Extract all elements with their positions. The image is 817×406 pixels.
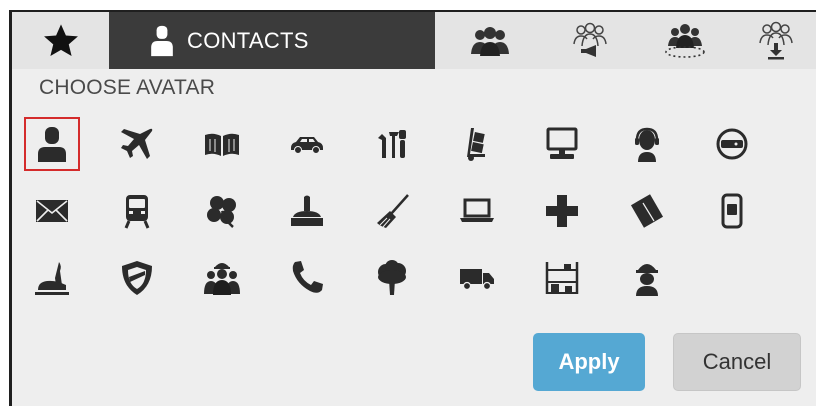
plus-cross-icon: [546, 195, 578, 227]
section-title: CHOOSE AVATAR: [39, 76, 216, 99]
notebook-icon: [630, 194, 664, 228]
star-icon: [43, 23, 78, 56]
tab-favorites[interactable]: [12, 12, 109, 69]
avatar-option[interactable]: [194, 184, 250, 238]
avatar-option[interactable]: [109, 184, 165, 238]
tab-groups[interactable]: [435, 12, 545, 69]
truck-icon: [460, 269, 494, 291]
avatar-option[interactable]: [619, 117, 675, 171]
avatar-option[interactable]: [449, 184, 505, 238]
avatar-grid: [24, 117, 789, 318]
avatar-option[interactable]: [109, 117, 165, 171]
person-icon: [151, 25, 173, 56]
broom-icon: [377, 194, 409, 228]
group-download-icon: [758, 21, 793, 59]
tab-download-groups[interactable]: [735, 12, 816, 69]
tools-icon: [378, 130, 406, 158]
cancel-button[interactable]: Cancel: [673, 333, 801, 391]
group-meeting-icon: [665, 23, 705, 58]
car-icon: [291, 137, 323, 154]
avatar-option[interactable]: [24, 251, 80, 305]
avatar-chooser-panel: CONTACTS CHOOSE AVATAR Apply Cancel: [9, 10, 816, 406]
avatar-option[interactable]: [24, 117, 80, 171]
avatar-option[interactable]: [364, 117, 420, 171]
open-book-icon: [205, 133, 239, 156]
avatar-option[interactable]: [619, 184, 675, 238]
tab-contacts[interactable]: CONTACTS: [109, 12, 435, 69]
disc-drive-icon: [716, 128, 748, 160]
tab-broadcast-groups[interactable]: [545, 12, 635, 69]
clover-icon: [207, 196, 236, 228]
avatar-option[interactable]: [279, 184, 335, 238]
avatar-option[interactable]: [534, 184, 590, 238]
tab-bar: CONTACTS: [12, 12, 816, 69]
avatar-option[interactable]: [364, 184, 420, 238]
train-icon: [124, 195, 150, 229]
desktop-computer-icon: [546, 127, 578, 159]
tree-icon: [378, 260, 406, 295]
avatar-option[interactable]: [24, 184, 80, 238]
avatar-option[interactable]: [194, 251, 250, 305]
avatar-option[interactable]: [619, 251, 675, 305]
avatar-option[interactable]: [279, 251, 335, 305]
workers-group-icon: [204, 263, 240, 295]
shield-icon: [122, 261, 152, 295]
tab-meeting-groups[interactable]: [635, 12, 735, 69]
airplane-icon: [121, 128, 153, 159]
person-icon: [38, 127, 66, 162]
laptop-icon: [460, 198, 494, 222]
phone-handset-icon: [292, 261, 323, 293]
avatar-option[interactable]: [704, 184, 760, 238]
avatar-option[interactable]: [194, 117, 250, 171]
construction-worker-icon: [636, 264, 658, 296]
avatar-option[interactable]: [109, 251, 165, 305]
avatar-option[interactable]: [534, 251, 590, 305]
people-group-icon: [471, 26, 509, 56]
desk-bell-icon: [291, 195, 323, 226]
avatar-option[interactable]: [534, 117, 590, 171]
avatar-option[interactable]: [449, 251, 505, 305]
hand-truck-icon: [467, 128, 485, 161]
tab-contacts-label: CONTACTS: [187, 27, 309, 53]
avatar-option[interactable]: [279, 117, 335, 171]
avatar-option[interactable]: [364, 251, 420, 305]
avatar-option[interactable]: [704, 117, 760, 171]
group-broadcast-icon: [573, 22, 607, 57]
landing-plane-icon: [35, 262, 69, 295]
envelope-icon: [36, 200, 68, 222]
headset-agent-icon: [635, 127, 659, 162]
apply-button[interactable]: Apply: [533, 333, 645, 391]
avatar-option[interactable]: [449, 117, 505, 171]
mobile-phone-icon: [721, 193, 743, 229]
warehouse-shelf-icon: [545, 262, 579, 294]
